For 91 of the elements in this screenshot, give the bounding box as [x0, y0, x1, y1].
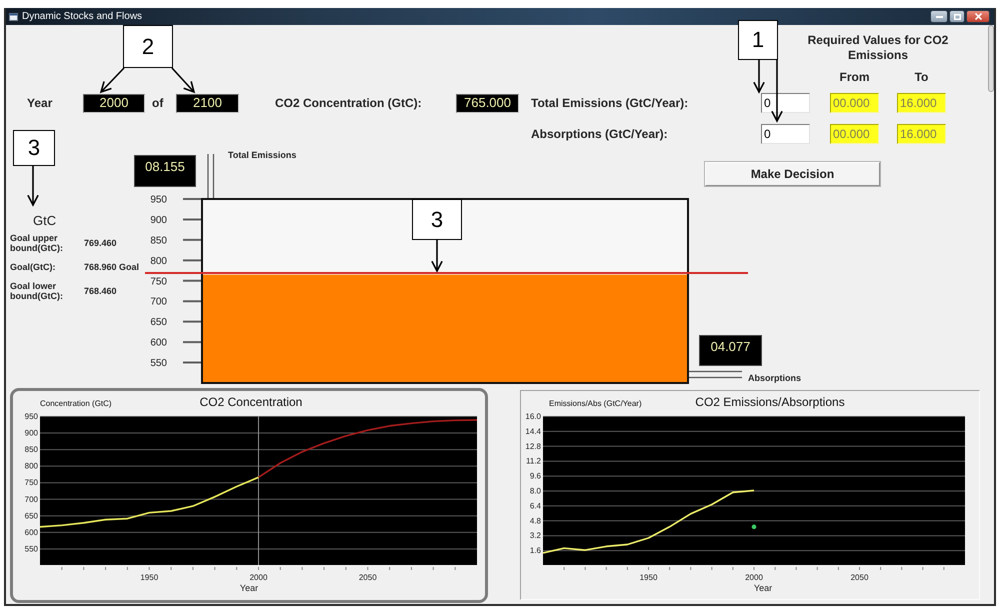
y-tick-label: 14.4: [525, 426, 541, 436]
of-label: of: [152, 96, 164, 110]
concentration-display: 765.000: [456, 94, 519, 112]
y-tick-label: 4.8: [530, 516, 541, 526]
x-tick-label: 1950: [140, 573, 158, 582]
outflow-label: Absorptions: [748, 373, 801, 383]
callout-arrow: [27, 166, 39, 207]
axis-label: 950: [150, 194, 167, 206]
callout-arrow: [171, 67, 196, 94]
y-tick-label: 600: [24, 528, 38, 537]
axis-label: 900: [150, 214, 167, 226]
callout-arrow: [753, 60, 765, 94]
y-tick-label: 550: [24, 544, 38, 554]
x-tick-label: 2000: [745, 573, 763, 582]
end-year-display: 2100: [176, 94, 239, 112]
callout-label: 3: [13, 130, 55, 166]
axis-label: 750: [150, 276, 167, 288]
inflow-value: 08.155: [134, 155, 196, 187]
from-field[interactable]: 00.000: [830, 124, 879, 144]
make-decision-button[interactable]: Make Decision: [705, 162, 880, 186]
to-field[interactable]: 16.000: [897, 124, 946, 144]
y-tick-label: 750: [24, 478, 38, 488]
data-point: [752, 524, 756, 530]
y-tick-label: 900: [24, 428, 38, 438]
x-tick-label: 2050: [358, 573, 377, 582]
axis-label: 650: [150, 317, 167, 328]
goal-value: 768.960 Goal: [84, 262, 140, 272]
app-icon: [9, 12, 18, 20]
column-header: To: [914, 70, 930, 84]
y-tick-label: 16.0: [525, 412, 541, 421]
axis-label: 700: [150, 296, 167, 308]
outflow-pipe: [689, 370, 742, 378]
outflow-value: 04.077: [699, 335, 762, 366]
y-tick-label: 850: [24, 445, 38, 454]
current-year-display: 2000: [83, 94, 145, 112]
minimize-button[interactable]: [930, 10, 948, 23]
callout-label: 2: [123, 25, 173, 68]
y-tick-label: 1.6: [530, 546, 541, 556]
goal-label: Goal(GtC):: [10, 262, 56, 272]
maximize-icon: [954, 14, 960, 20]
column-header: From: [838, 70, 870, 84]
inflow-label: Total Emissions: [228, 150, 296, 160]
x-tick-label: 1950: [640, 573, 658, 582]
field-label: Absorptions (GtC/Year):: [531, 127, 668, 141]
chart-title: CO2 Concentration: [200, 395, 302, 409]
from-field[interactable]: 00.000: [830, 93, 879, 113]
callout-label: 3: [412, 199, 462, 240]
to-field[interactable]: 16.000: [897, 93, 946, 113]
x-tick-label: 2000: [250, 573, 268, 582]
inflow-pipe: [207, 154, 214, 198]
range-heading: Required Values for CO2 Emissions: [806, 33, 950, 63]
window-title: Dynamic Stocks and Flows: [22, 11, 142, 22]
y-tick-label: 11.2: [526, 456, 541, 466]
callout-arrow: [771, 60, 783, 123]
goal-label: Goal lower bound(GtC):: [10, 281, 64, 301]
close-icon: [974, 13, 982, 20]
y-tick-label: 3.2: [530, 531, 541, 540]
axis-label: 550: [150, 358, 167, 370]
y-axis-title: Concentration (GtC): [40, 399, 112, 408]
axis-label: 850: [150, 235, 167, 246]
y-tick-label: 650: [24, 511, 38, 520]
x-tick-label: 2050: [850, 573, 868, 582]
callout-arrow: [100, 67, 125, 94]
x-axis-title: Year: [754, 583, 772, 593]
y-tick-label: 8.0: [530, 486, 541, 496]
y-tick-label: 9.6: [530, 472, 541, 481]
y-axis-title: Emissions/Abs (GtC/Year): [549, 399, 642, 408]
callout-arrow: [431, 240, 443, 273]
y-tick-label: 800: [24, 462, 38, 471]
goal-label: Goal upper bound(GtC):: [10, 233, 64, 253]
x-axis-title: Year: [240, 583, 258, 593]
axis-label: 600: [150, 338, 167, 349]
y-tick-label: 700: [24, 494, 38, 504]
goal-value: 768.460: [84, 286, 117, 296]
scrollbar-thumb[interactable]: [988, 25, 994, 92]
concentration-label: CO2 Concentration (GtC):: [275, 96, 422, 110]
close-button[interactable]: [966, 10, 990, 23]
y-tick-label: 12.8: [525, 442, 541, 451]
minimize-icon: [936, 16, 942, 18]
input-field[interactable]: 0: [761, 93, 810, 113]
chart-title: CO2 Emissions/Absorptions: [695, 395, 845, 409]
y-tick-label: 950: [24, 412, 38, 421]
input-field[interactable]: 0: [761, 124, 810, 144]
axis-unit-label: GtC: [33, 214, 56, 228]
y-tick-label: 6.4: [530, 501, 541, 510]
axis-label: 800: [150, 256, 167, 267]
goal-value: 769.460: [84, 238, 117, 248]
callout-label: 1: [738, 20, 778, 60]
field-label: Total Emissions (GtC/Year):: [531, 96, 688, 110]
year-label: Year: [27, 96, 54, 110]
maximize-button[interactable]: [949, 10, 965, 23]
